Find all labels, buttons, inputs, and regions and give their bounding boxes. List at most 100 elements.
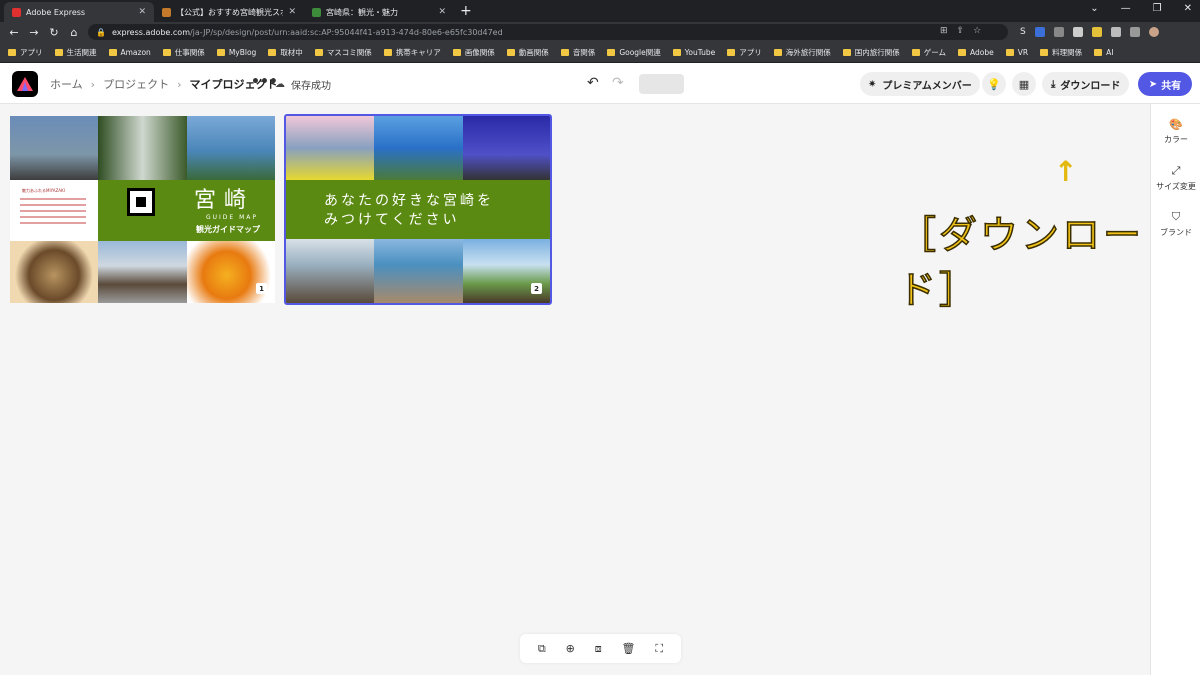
save-status: ☁ 保存成功 <box>275 77 331 92</box>
rock-coast-photo <box>374 239 463 303</box>
url-path: /ja-JP/sp/design/post/urn:aaid:sc:AP:950… <box>189 27 503 37</box>
folder-icon <box>773 48 782 56</box>
puzzle-icon[interactable] <box>1110 27 1121 37</box>
bookmark-item[interactable]: Amazon <box>108 47 151 57</box>
chevron-down-icon[interactable]: ⌄ <box>1090 3 1098 14</box>
panel-resize-label: サイズ変更 <box>1156 182 1196 191</box>
more-options-button[interactable]: ••• <box>251 74 278 90</box>
share-page-icon[interactable]: ⇪ <box>957 26 965 36</box>
bookmark-item[interactable]: 音関係 <box>560 47 595 58</box>
folder-icon <box>383 48 392 56</box>
reload-icon[interactable]: ↻ <box>44 26 64 39</box>
lightbulb-button[interactable]: 💡 <box>982 72 1006 96</box>
app-header: ホーム › プロジェクト › マイプロジェクト ••• ☁ 保存成功 ↶ ↷ ✷… <box>0 63 1200 104</box>
annotation-arrow: ↑ <box>1054 155 1078 188</box>
back-icon[interactable]: ← <box>4 26 24 39</box>
tab-miyazaki-spots[interactable]: 【公式】おすすめ宮崎観光スポット／... ✕ <box>154 2 304 22</box>
folder-icon <box>607 48 616 56</box>
add-page-icon[interactable]: ⊕ <box>566 642 575 655</box>
folder-icon <box>108 48 117 56</box>
bookmark-item[interactable]: アプリ <box>727 47 762 58</box>
restore-icon[interactable]: ❐ <box>1153 3 1162 14</box>
minimize-icon[interactable]: — <box>1121 3 1131 14</box>
download-button[interactable]: ⤓ ダウンロード <box>1042 72 1130 96</box>
breadcrumb: ホーム › プロジェクト › マイプロジェクト <box>50 76 277 92</box>
bookmark-item[interactable]: 海外旅行関係 <box>773 47 831 58</box>
page-2-canvas[interactable]: あなたの好きな宮崎を みつけてください 2 <box>284 114 552 305</box>
bookmark-label: Amazon <box>120 47 151 57</box>
panel-color[interactable]: 🎨 カラー <box>1151 118 1200 145</box>
extension-icon[interactable] <box>1091 27 1102 37</box>
bookmark-item[interactable]: マスコミ関係 <box>314 47 372 58</box>
profile-s-icon[interactable]: S <box>1020 27 1026 37</box>
breadcrumb-projects[interactable]: プロジェクト <box>103 76 169 92</box>
moai-photo <box>10 116 98 180</box>
download-icon: ⤓ <box>1051 78 1056 90</box>
redo-button[interactable]: ↷ <box>612 75 624 91</box>
fit-screen-icon[interactable]: ⛶ <box>655 642 663 656</box>
url-field[interactable]: 🔒 express.adobe.com/ja-JP/sp/design/post… <box>88 24 1008 40</box>
extension-icon[interactable] <box>1034 27 1045 37</box>
premium-member-button[interactable]: ✷ プレミアムメンバー <box>860 72 980 96</box>
extension-icon[interactable] <box>1072 27 1083 37</box>
bookmark-item[interactable]: AI <box>1094 48 1113 57</box>
calendar-button[interactable]: ▦ <box>1012 72 1036 96</box>
bookmark-item[interactable]: 取材中 <box>268 47 303 58</box>
panel-resize[interactable]: ⤢ サイズ変更 <box>1151 164 1200 192</box>
cape-photo <box>374 116 463 180</box>
adobe-express-logo[interactable] <box>12 71 38 97</box>
bookmark-item[interactable]: ゲーム <box>911 47 946 58</box>
address-bar-row: ← → ↻ ⌂ 🔒 express.adobe.com/ja-JP/sp/des… <box>0 22 1200 42</box>
food-photo <box>10 241 98 303</box>
text-line <box>20 216 86 218</box>
sidepanel-icon[interactable] <box>1129 27 1140 37</box>
share-button[interactable]: ➤ 共有 <box>1138 72 1192 96</box>
bookmark-item[interactable]: VR <box>1005 48 1028 57</box>
bookmark-item[interactable]: 携帯キャリア <box>383 47 441 58</box>
extension-icon[interactable] <box>1053 27 1064 37</box>
bookmark-label: 画像関係 <box>464 47 495 57</box>
tab-adobe-express[interactable]: Adobe Express ✕ <box>4 2 154 22</box>
duplicate-page-icon[interactable]: ⧉ <box>538 642 546 656</box>
bookmark-item[interactable]: 料理関係 <box>1040 47 1082 58</box>
folder-icon <box>1040 48 1049 56</box>
site-favicon-icon <box>162 7 171 17</box>
page-1-canvas[interactable]: 魅力あふれるMIYAZAKI 宮崎 GUIDE MAP 観光ガイドマップ 1 <box>10 116 275 303</box>
home-icon[interactable]: ⌂ <box>64 26 84 39</box>
save-status-label: 保存成功 <box>291 81 331 92</box>
avatar[interactable] <box>1148 27 1159 37</box>
undo-button[interactable]: ↶ <box>587 75 599 91</box>
bookmark-item[interactable]: Adobe <box>958 48 994 57</box>
star-icon[interactable]: ☆ <box>973 26 981 36</box>
bookmark-label: AI <box>1106 47 1114 57</box>
close-tab-icon[interactable]: ✕ <box>138 7 146 17</box>
bookmark-label: 動画関係 <box>518 47 549 57</box>
bookmark-item[interactable]: YouTube <box>672 48 715 57</box>
close-tab-icon[interactable]: ✕ <box>438 7 446 17</box>
breadcrumb-home[interactable]: ホーム <box>50 76 83 92</box>
forward-icon[interactable]: → <box>24 26 44 39</box>
site-favicon-icon <box>312 7 321 17</box>
trash-icon[interactable]: 🗑 <box>622 642 636 655</box>
translate-icon[interactable]: ⊞ <box>940 26 948 36</box>
bookmark-item[interactable]: アプリ <box>8 47 43 58</box>
sightseeing-map-title: 観光ガイドマップ <box>196 225 260 234</box>
bookmark-label: Google関連 <box>619 47 661 57</box>
bookmark-item[interactable]: Google関連 <box>607 47 661 58</box>
bookmark-item[interactable]: 仕事関係 <box>162 47 205 58</box>
bookmark-label: 携帯キャリア <box>395 47 441 57</box>
close-window-icon[interactable]: ✕ <box>1184 3 1192 14</box>
folder-icon <box>727 48 736 56</box>
bookmark-item[interactable]: 国内旅行関係 <box>842 47 900 58</box>
new-tab-button[interactable]: + <box>460 3 472 19</box>
bookmark-item[interactable]: 動画関係 <box>506 47 549 58</box>
page-2-banner: あなたの好きな宮崎を みつけてください <box>286 180 550 239</box>
bookmark-item[interactable]: 生活関連 <box>54 47 97 58</box>
bookmark-item[interactable]: 画像関係 <box>452 47 495 58</box>
bookmark-item[interactable]: MyBlog <box>216 48 256 57</box>
copy-page-icon[interactable]: ⧈ <box>595 642 602 656</box>
close-tab-icon[interactable]: ✕ <box>288 7 296 17</box>
tab-miyazaki-pref[interactable]: 宮崎県：観光・魅力 ✕ <box>304 2 454 22</box>
tab-title: 【公式】おすすめ宮崎観光スポット／... <box>176 7 283 17</box>
apps-grid-icon <box>8 48 16 56</box>
